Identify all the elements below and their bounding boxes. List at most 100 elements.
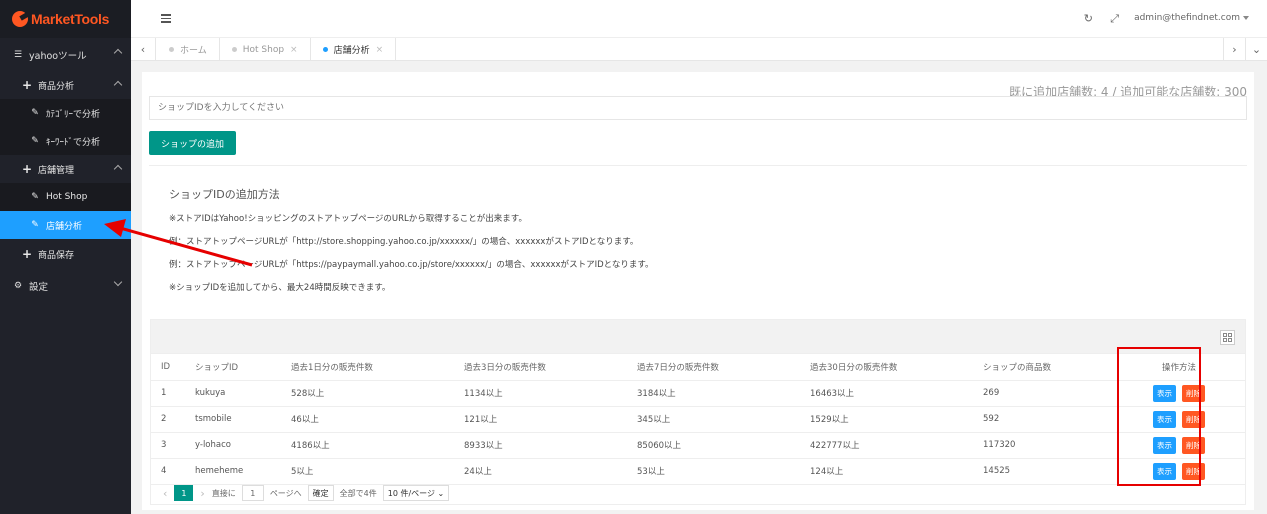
goto-confirm-button[interactable]: 確定 <box>307 485 334 501</box>
cell-sales-1d: 528以上 <box>281 380 454 407</box>
show-button[interactable]: 表示 <box>1153 384 1176 402</box>
tabs-scroll-left-icon[interactable]: ‹ <box>131 38 156 61</box>
goto-page-input[interactable]: 1 <box>241 485 264 501</box>
sidebar-item-category-analysis[interactable]: ✎ ｶﾃｺﾞﾘｰで分析 <box>0 99 131 127</box>
cell-sales-7d: 345以上 <box>627 406 800 433</box>
tab-store-analysis[interactable]: 店舗分析 × <box>311 38 397 61</box>
sidebar-item-label: ｶﾃｺﾞﾘｰで分析 <box>46 109 101 120</box>
show-button[interactable]: 表示 <box>1153 462 1176 480</box>
tab-dot-icon <box>322 47 328 52</box>
delete-button[interactable]: 削除 <box>1182 384 1205 402</box>
tab-home[interactable]: ホーム <box>157 38 220 61</box>
sidebar-group-yahoo-tools[interactable]: ☰ yahooツール <box>0 38 131 71</box>
sidebar-item-keyword-analysis[interactable]: ✎ ｷｰﾜｰﾄﾞで分析 <box>0 127 131 155</box>
table-row: 1 kukuya 528以上 1134以上 3184以上 16463以上 269… <box>151 380 1245 407</box>
cell-sales-1d: 4186以上 <box>281 432 454 459</box>
sidebar-item-label: Hot Shop <box>46 192 88 202</box>
sidebar-item-label: 店舗管理 <box>38 165 75 176</box>
gear-icon: ⚙ <box>13 280 23 291</box>
prev-page-icon[interactable]: ‹ <box>163 487 167 500</box>
main-content: 既に追加店舗数: 4 / 追加可能な店舗数: 300 ショップの追加 ショップI… <box>142 72 1254 510</box>
table-row: 3 y-lohaco 4186以上 8933以上 85060以上 422777以… <box>151 432 1245 459</box>
cell-id: 1 <box>151 380 185 407</box>
delete-button[interactable]: 削除 <box>1182 462 1205 480</box>
tabs-menu-chevron-down-icon[interactable]: ⌄ <box>1245 38 1267 61</box>
fullscreen-icon[interactable]: ⤢ <box>1110 12 1119 26</box>
edit-icon: ✎ <box>31 136 39 146</box>
sidebar-item-store-analysis[interactable]: ✎ 店舗分析 <box>0 211 131 239</box>
caret-down-icon <box>1243 15 1249 20</box>
cell-shop-id: kukuya <box>185 380 281 407</box>
edit-icon: ✎ <box>31 192 39 202</box>
show-button[interactable]: 表示 <box>1153 436 1176 454</box>
sidebar-item-hot-shop[interactable]: ✎ Hot Shop <box>0 183 131 211</box>
help-line: ※ショップIDを追加してから、最大24時間反映できます。 <box>169 283 391 293</box>
total-count: 全部で4件 <box>339 488 377 498</box>
cell-actions: 表示 削除 <box>1113 432 1245 459</box>
sidebar-item-store-management[interactable]: + 店舗管理 <box>0 155 131 183</box>
cell-sales-1d: 46以上 <box>281 406 454 433</box>
logo[interactable]: MarketTools <box>0 0 131 38</box>
sidebar-item-label: 店舗分析 <box>46 221 83 232</box>
sidebar-item-product-save[interactable]: + 商品保存 <box>0 239 131 269</box>
next-page-icon[interactable]: › <box>200 487 204 500</box>
cell-sales-3d: 24以上 <box>454 458 627 485</box>
close-icon[interactable]: × <box>376 45 384 55</box>
sidebar-group-settings[interactable]: ⚙ 設定 <box>0 269 131 302</box>
cell-sales-30d: 16463以上 <box>800 380 973 407</box>
goto-label: 直接に <box>211 488 236 498</box>
chevron-up-icon <box>113 48 123 58</box>
help-line: ※ストアIDはYahoo!ショッピングのストアトップページのURLから取得するこ… <box>169 214 527 224</box>
tabs-scroll-right-icon[interactable]: › <box>1223 38 1245 61</box>
cell-actions: 表示 削除 <box>1113 458 1245 485</box>
cell-sales-30d: 1529以上 <box>800 406 973 433</box>
tab-dot-icon <box>231 47 237 52</box>
tabs: ホーム Hot Shop × 店舗分析 × <box>157 38 397 61</box>
column-header: 過去3日分の販売件数 <box>454 354 627 381</box>
column-filter-icon[interactable] <box>1220 330 1235 345</box>
sidebar: MarketTools ☰ yahooツール + 商品分析 ✎ ｶﾃｺﾞﾘｰで分… <box>0 0 131 514</box>
pagination: ‹ 1 › 直接に 1 ページへ 確定 全部で4件 10 件/ページ ⌄ <box>163 485 450 501</box>
close-icon[interactable]: × <box>290 45 298 55</box>
cell-actions: 表示 削除 <box>1113 380 1245 407</box>
cell-sales-3d: 121以上 <box>454 406 627 433</box>
header: ↻ ⤢ admin@thefindnet.com <box>131 0 1267 38</box>
add-shop-button[interactable]: ショップの追加 <box>149 131 237 155</box>
tab-hot-shop[interactable]: Hot Shop × <box>220 38 311 61</box>
page-size-select[interactable]: 10 件/ページ ⌄ <box>382 485 450 501</box>
column-header: 過去7日分の販売件数 <box>627 354 800 381</box>
column-header: 過去30日分の販売件数 <box>800 354 973 381</box>
cell-id: 3 <box>151 432 185 459</box>
chevron-up-icon <box>113 80 123 90</box>
menu-toggle-icon[interactable] <box>161 14 171 23</box>
shop-id-input[interactable] <box>149 96 1247 120</box>
plus-icon: + <box>22 78 33 92</box>
logo-icon <box>12 11 28 27</box>
help-title: ショップIDの追加方法 <box>169 188 280 201</box>
sidebar-item-product-analysis[interactable]: + 商品分析 <box>0 71 131 99</box>
help-line: 例：ストアトップページURLが「https://paypaymall.yahoo… <box>169 260 654 270</box>
cell-shop-id: y-lohaco <box>185 432 281 459</box>
sidebar-item-label: 商品保存 <box>38 250 75 261</box>
cell-sales-30d: 422777以上 <box>800 432 973 459</box>
cell-shop-id: tsmobile <box>185 406 281 433</box>
cell-product-count: 269 <box>973 380 1113 407</box>
cell-id: 4 <box>151 458 185 485</box>
sidebar-item-label: ｷｰﾜｰﾄﾞで分析 <box>46 137 101 148</box>
page-size-value: 10 件/ページ <box>387 488 436 498</box>
delete-button[interactable]: 削除 <box>1182 436 1205 454</box>
delete-button[interactable]: 削除 <box>1182 410 1205 428</box>
divider <box>149 165 1247 166</box>
page-current[interactable]: 1 <box>174 485 194 501</box>
refresh-icon[interactable]: ↻ <box>1084 12 1093 25</box>
user-menu[interactable]: admin@thefindnet.com <box>1134 13 1249 23</box>
shop-table-panel: ID ショップID 過去1日分の販売件数 過去3日分の販売件数 過去7日分の販売… <box>150 319 1246 505</box>
tab-label: 店舗分析 <box>333 46 370 56</box>
cell-sales-3d: 1134以上 <box>454 380 627 407</box>
show-button[interactable]: 表示 <box>1153 410 1176 428</box>
sidebar-item-label: 商品分析 <box>38 81 75 92</box>
table-header-row: ID ショップID 過去1日分の販売件数 過去3日分の販売件数 過去7日分の販売… <box>151 354 1245 381</box>
column-header: ID <box>151 354 185 381</box>
cell-id: 2 <box>151 406 185 433</box>
edit-icon: ✎ <box>31 220 39 230</box>
